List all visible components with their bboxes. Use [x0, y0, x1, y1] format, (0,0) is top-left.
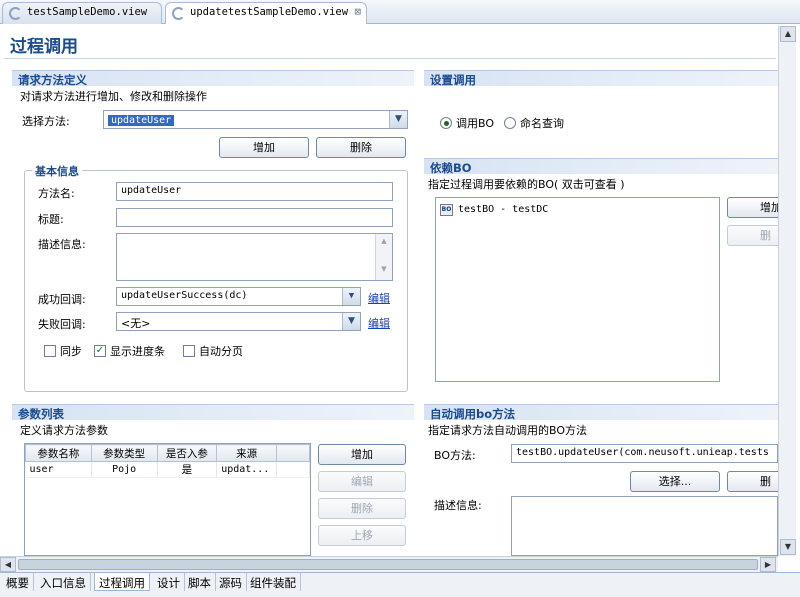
column-header[interactable]: 参数类型 — [90, 444, 158, 462]
sync-checkbox-label: 同步 — [60, 345, 82, 358]
dependent-bo-item-label: testBO - testDC — [458, 204, 549, 215]
tab-script[interactable]: 脚本 — [184, 573, 216, 591]
editor-tab-testSampleDemo[interactable]: testSampleDemo.view — [2, 2, 162, 24]
success-callback-label: 成功回调: — [38, 293, 86, 306]
title-divider — [4, 58, 776, 59]
table-cell: 是 — [157, 461, 218, 478]
editor-tab-label: testSampleDemo.view — [27, 6, 148, 18]
scroll-left-icon[interactable]: ◀ — [0, 557, 16, 572]
editor-tab-updatetestSampleDemo[interactable]: updatetestSampleDemo.view ⊠ — [165, 2, 367, 24]
delete-param-button[interactable]: 删除 — [318, 498, 406, 519]
title-label: 标题: — [38, 213, 64, 226]
call-bo-radio[interactable] — [440, 117, 452, 129]
column-header[interactable]: 来源 — [216, 444, 278, 462]
params-table-container: 参数名称 参数类型 是否入参 来源 user Pojo 是 updat... — [24, 443, 311, 556]
call-settings-header: 设置调用 — [424, 70, 778, 87]
dependent-bo-list[interactable]: BO testBO - testDC — [435, 197, 720, 382]
method-select[interactable]: updateUser ▼ — [103, 110, 408, 129]
failure-callback-select[interactable]: <无> ▼ — [116, 312, 361, 331]
tab-overview[interactable]: 概要 — [2, 573, 34, 591]
view-file-icon — [172, 7, 185, 20]
auto-paging-checkbox[interactable] — [183, 345, 195, 357]
scroll-down-icon[interactable]: ▼ — [376, 265, 392, 273]
chevron-down-icon[interactable]: ▼ — [342, 288, 360, 305]
success-callback-value: updateUserSuccess(dc) — [121, 290, 248, 301]
request-method-description: 对请求方法进行增加、修改和删除操作 — [20, 90, 207, 103]
method-name-label: 方法名: — [38, 187, 75, 200]
tab-process-call[interactable]: 过程调用 — [94, 573, 150, 591]
editor-tab-bar: testSampleDemo.view updatetestSampleDemo… — [0, 0, 800, 24]
edit-param-button[interactable]: 编辑 — [318, 471, 406, 492]
close-icon[interactable]: ⊠ — [354, 5, 361, 18]
add-param-button[interactable]: 增加 — [318, 444, 406, 465]
title-input[interactable] — [116, 208, 393, 227]
params-header: 参数列表 — [12, 404, 414, 421]
failure-callback-edit-link[interactable]: 编辑 — [368, 315, 390, 331]
bo-method-input[interactable]: testBO.updateUser(com.neusoft.unieap.tes… — [511, 444, 778, 463]
tab-component-assembly[interactable]: 组件装配 — [246, 573, 301, 591]
named-query-radio-label: 命名查询 — [520, 117, 564, 130]
move-up-param-button[interactable]: 上移 — [318, 525, 406, 546]
failure-callback-label: 失败回调: — [38, 318, 86, 331]
bottom-page-tabs: 概要 入口信息 过程调用 设计 脚本 源码 组件装配 — [0, 572, 800, 597]
show-progress-checkbox[interactable]: ✓ — [94, 345, 106, 357]
chevron-down-icon[interactable]: ▼ — [389, 111, 407, 128]
description-label: 描述信息: — [38, 238, 86, 251]
vertical-scrollbar[interactable]: ▲ ▼ — [778, 26, 796, 556]
bo-method-label: BO方法: — [434, 449, 476, 462]
description-textarea[interactable] — [116, 233, 393, 281]
column-header[interactable]: 参数名称 — [25, 444, 92, 462]
select-bo-method-button[interactable]: 选择... — [630, 471, 720, 492]
tab-entry-info[interactable]: 入口信息 — [36, 573, 91, 591]
sync-checkbox[interactable] — [44, 345, 56, 357]
request-method-header: 请求方法定义 — [12, 70, 414, 87]
table-cell: updat... — [216, 461, 278, 478]
method-select-value: updateUser — [108, 115, 175, 126]
description-scrollbar[interactable]: ▲ ▼ — [375, 234, 392, 280]
column-header — [276, 444, 310, 462]
auto-call-description: 指定请求方法自动调用的BO方法 — [428, 424, 588, 437]
scroll-down-icon[interactable]: ▼ — [780, 539, 796, 555]
success-callback-select[interactable]: updateUserSuccess(dc) ▼ — [116, 287, 361, 306]
view-file-icon — [9, 7, 22, 20]
scroll-thumb[interactable] — [18, 559, 758, 570]
params-table: 参数名称 参数类型 是否入参 来源 user Pojo 是 updat... — [25, 444, 310, 478]
params-table-header: 参数名称 参数类型 是否入参 来源 — [25, 444, 310, 462]
scroll-up-icon[interactable]: ▲ — [780, 26, 796, 42]
table-cell — [276, 461, 310, 478]
list-item[interactable]: BO testBO - testDC — [440, 202, 710, 218]
auto-call-header: 自动调用bo方法 — [424, 404, 778, 421]
scroll-up-icon[interactable]: ▲ — [376, 237, 392, 245]
column-header[interactable]: 是否入参 — [156, 444, 218, 462]
show-progress-checkbox-label: 显示进度条 — [110, 345, 165, 358]
scroll-right-icon[interactable]: ▶ — [760, 557, 776, 572]
bo-icon: BO — [440, 204, 453, 216]
failure-callback-value: <无> — [121, 317, 151, 330]
dependent-bo-description: 指定过程调用要依赖的BO( 双击可查看 ) — [428, 178, 625, 191]
dependent-bo-header: 依赖BO — [424, 158, 778, 175]
horizontal-scrollbar[interactable]: ◀ ▶ — [0, 556, 778, 572]
table-cell: user — [25, 461, 92, 478]
success-callback-edit-link[interactable]: 编辑 — [368, 290, 390, 306]
call-bo-radio-label: 调用BO — [456, 117, 495, 130]
delete-method-button[interactable]: 删除 — [316, 137, 406, 158]
method-name-input[interactable]: updateUser — [116, 182, 393, 201]
auto-paging-checkbox-label: 自动分页 — [199, 345, 243, 358]
editor-tab-label: updatetestSampleDemo.view — [190, 6, 349, 18]
table-row[interactable]: user Pojo 是 updat... — [25, 461, 310, 478]
basic-info-title: 基本信息 — [32, 163, 82, 179]
auto-call-description-label: 描述信息: — [434, 499, 482, 512]
chevron-down-icon[interactable]: ▼ — [342, 313, 360, 330]
tab-source[interactable]: 源码 — [215, 573, 247, 591]
params-description: 定义请求方法参数 — [20, 424, 108, 437]
page-title: 过程调用 — [10, 37, 78, 57]
add-method-button[interactable]: 增加 — [219, 137, 309, 158]
table-cell: Pojo — [91, 461, 158, 478]
select-method-label: 选择方法: — [22, 115, 70, 128]
tab-design[interactable]: 设计 — [153, 573, 185, 591]
auto-call-description-textarea[interactable] — [511, 496, 778, 556]
named-query-radio[interactable] — [504, 117, 516, 129]
